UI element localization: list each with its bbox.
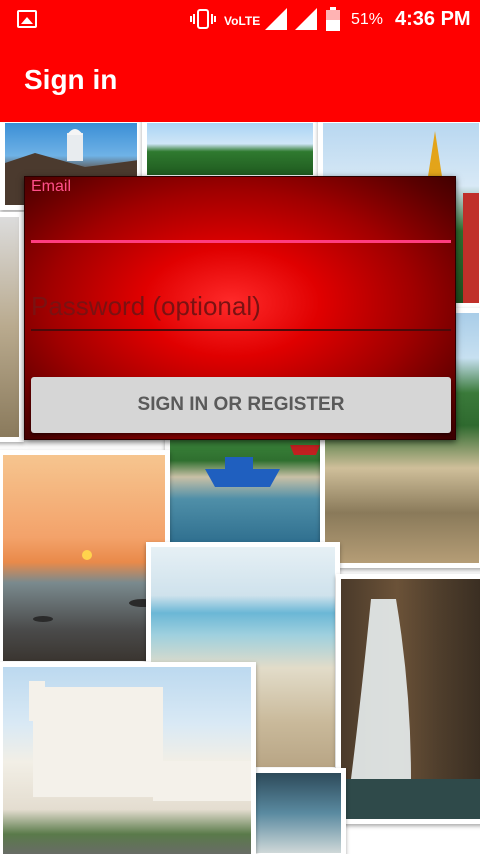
clock: 4:36 PM	[395, 8, 471, 30]
signal-icon	[265, 8, 287, 30]
sign-in-form: Email SIGN IN OR REGISTER	[24, 176, 456, 440]
vibrate-icon	[190, 9, 216, 29]
sunset-photo	[0, 450, 170, 666]
fishing-boat-photo	[165, 428, 325, 548]
beach-photo	[250, 768, 346, 854]
app-bar: Sign in	[0, 40, 480, 122]
hill-fort-photo	[142, 122, 318, 180]
cathedral-photo	[0, 662, 256, 854]
password-field[interactable]	[31, 283, 451, 331]
email-field[interactable]	[31, 201, 451, 243]
church-photo	[0, 212, 24, 442]
battery-percent: 51%	[351, 11, 384, 28]
email-label: Email	[31, 178, 72, 195]
gallery-icon	[17, 10, 37, 28]
page-title: Sign in	[24, 64, 118, 95]
volte-label: VoLTE	[224, 14, 261, 28]
status-bar: VoLTE 51% 4:36 PM	[0, 0, 480, 40]
battery-icon	[326, 7, 340, 31]
waterfall-photo	[336, 574, 480, 824]
signal-icon	[295, 8, 317, 30]
sign-in-or-register-button[interactable]: SIGN IN OR REGISTER	[31, 377, 451, 433]
